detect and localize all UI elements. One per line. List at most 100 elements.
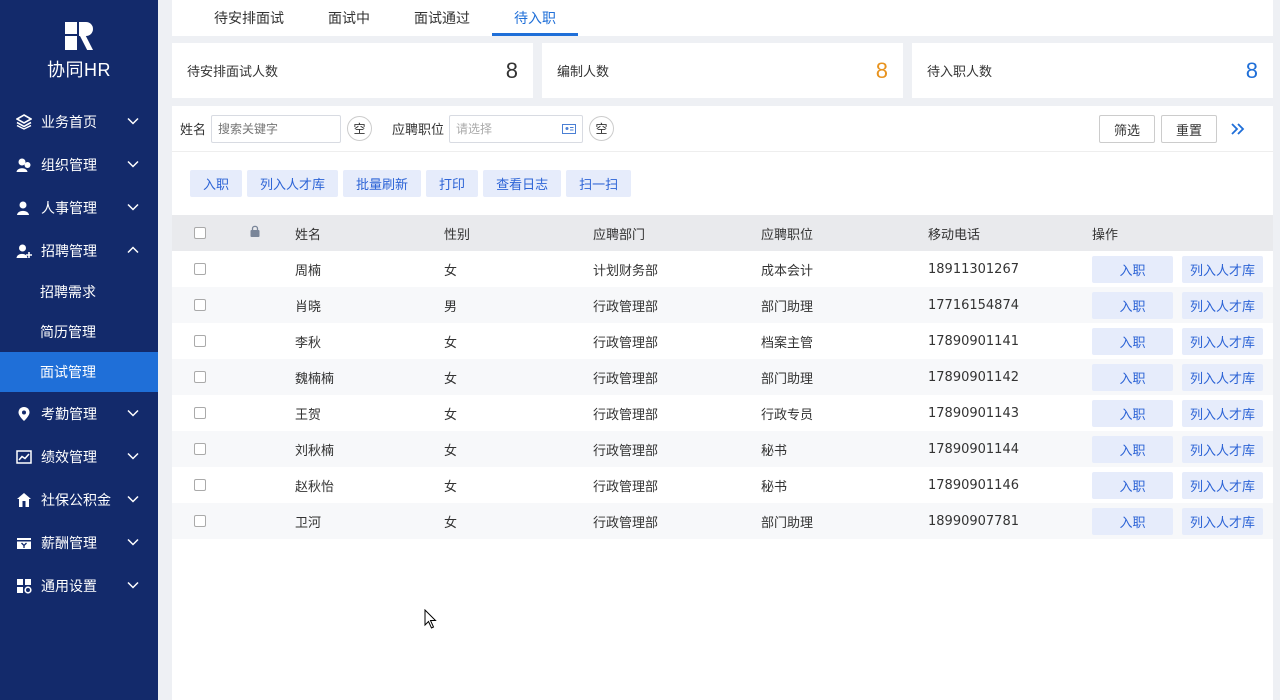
row-onboard-button[interactable]: 入职 (1092, 363, 1173, 391)
row-talent-pool-button[interactable]: 列入人才库 (1182, 399, 1263, 427)
stat-card: 待安排面试人数 8 (172, 43, 533, 98)
cell-name: 赵秋怡 (295, 467, 444, 503)
row-checkbox[interactable] (194, 299, 206, 311)
cell-department: 行政管理部 (593, 287, 761, 323)
cell-department: 计划财务部 (593, 251, 761, 287)
logo: 协同HR (0, 22, 158, 82)
cell-gender: 女 (444, 503, 593, 539)
tab-pending-onboard[interactable]: 待入职 (492, 0, 578, 36)
sidebar-item-label: 绩效管理 (41, 449, 97, 466)
reset-button[interactable]: 重置 (1160, 115, 1217, 143)
batch-refresh-button[interactable]: 批量刷新 (343, 170, 422, 197)
scan-button[interactable]: 扫一扫 (566, 170, 632, 197)
view-log-button[interactable]: 查看日志 (483, 170, 562, 197)
sidebar-item-label: 人事管理 (41, 200, 97, 217)
cell-name: 李秋 (295, 323, 444, 359)
cell-phone: 17890901141 (928, 323, 1092, 359)
filter-bar: 姓名 空 应聘职位 请选择 空 筛选 重置 (172, 106, 1273, 152)
sidebar-subitem-recruit-demand[interactable]: 招聘需求 (0, 272, 158, 312)
row-checkbox[interactable] (194, 443, 206, 455)
row-checkbox[interactable] (194, 407, 206, 419)
clear-position-button[interactable]: 空 (589, 116, 615, 141)
table-row[interactable]: 刘秋楠女行政管理部 秘书 17890901144 入职 列入人才库 (172, 431, 1273, 467)
sidebar-item-label: 考勤管理 (41, 406, 97, 423)
row-checkbox[interactable] (194, 335, 206, 347)
tab-interview-passed[interactable]: 面试通过 (392, 0, 492, 36)
table-row[interactable]: 王贺女行政管理部 行政专员 17890901143 入职 列入人才库 (172, 395, 1273, 431)
layers-icon (15, 113, 33, 131)
filter-button[interactable]: 筛选 (1098, 115, 1155, 143)
name-search-input[interactable] (211, 114, 342, 143)
logo-text: 协同HR (47, 60, 111, 80)
sidebar-item-org[interactable]: 组织管理 (0, 143, 158, 186)
add-person-icon (15, 242, 33, 260)
row-talent-pool-button[interactable]: 列入人才库 (1182, 327, 1263, 355)
print-button[interactable]: 打印 (426, 170, 479, 197)
row-talent-pool-button[interactable]: 列入人才库 (1182, 291, 1263, 319)
cell-name: 刘秋楠 (295, 431, 444, 467)
sidebar-subitem-resume[interactable]: 简历管理 (0, 312, 158, 352)
name-filter-label: 姓名 (180, 123, 207, 138)
sidebar-item-label: 通用设置 (41, 578, 97, 595)
cell-phone: 17890901142 (928, 359, 1092, 395)
table-row[interactable]: 周楠女计划财务部 成本会计 18911301267 入职 列入人才库 (172, 251, 1273, 287)
row-select-cell (172, 503, 228, 539)
table-row[interactable]: 赵秋怡女行政管理部 秘书 17890901146 入职 列入人才库 (172, 467, 1273, 503)
onboard-button[interactable]: 入职 (190, 170, 243, 197)
row-checkbox[interactable] (194, 263, 206, 275)
sidebar-subitem-interview[interactable]: 面试管理 (0, 352, 158, 392)
cell-department: 行政管理部 (593, 323, 761, 359)
house-icon (15, 491, 33, 509)
cell-phone: 18911301267 (928, 251, 1092, 287)
sidebar-item-personnel[interactable]: 人事管理 (0, 186, 158, 229)
row-onboard-button[interactable]: 入职 (1092, 435, 1173, 463)
stat-label: 待安排面试人数 (187, 65, 279, 80)
row-talent-pool-button[interactable]: 列入人才库 (1182, 363, 1263, 391)
sidebar-item-settings[interactable]: 通用设置 (0, 564, 158, 607)
stat-card: 待入职人数 8 (912, 43, 1273, 98)
row-talent-pool-button[interactable]: 列入人才库 (1182, 471, 1263, 499)
candidate-table: 姓名 性别 应聘部门 应聘职位 移动电话 操作 周楠女计划财务部 成本会计 1891… (172, 215, 1273, 539)
row-talent-pool-button[interactable]: 列入人才库 (1182, 255, 1263, 283)
chevron-down-icon (127, 452, 139, 460)
cell-department: 行政管理部 (593, 467, 761, 503)
chart-icon (15, 448, 33, 466)
row-checkbox[interactable] (194, 371, 206, 383)
cell-position: 秘书 (761, 467, 928, 503)
cell-department: 行政管理部 (593, 503, 761, 539)
row-lock-cell (228, 467, 295, 503)
sidebar-menu: 业务首页 组织管理 人事管理 招聘管理 招聘需求 简历管理 面试管理 考勤管理 … (0, 100, 158, 607)
row-onboard-button[interactable]: 入职 (1092, 471, 1173, 499)
table-row[interactable]: 魏楠楠女行政管理部 部门助理 17890901142 入职 列入人才库 (172, 359, 1273, 395)
row-onboard-button[interactable]: 入职 (1092, 399, 1173, 427)
clear-name-button[interactable]: 空 (347, 116, 373, 141)
row-talent-pool-button[interactable]: 列入人才库 (1182, 435, 1263, 463)
tab-pending-schedule[interactable]: 待安排面试 (192, 0, 306, 36)
table-header-row: 姓名 性别 应聘部门 应聘职位 移动电话 操作 (172, 215, 1273, 251)
table-row[interactable]: 卫河女行政管理部 部门助理 18990907781 入职 列入人才库 (172, 503, 1273, 539)
add-to-talent-pool-button[interactable]: 列入人才库 (247, 170, 339, 197)
table-row[interactable]: 肖晓男行政管理部 部门助理 17716154874 入职 列入人才库 (172, 287, 1273, 323)
row-onboard-button[interactable]: 入职 (1092, 255, 1173, 283)
row-checkbox[interactable] (194, 515, 206, 527)
sidebar-item-recruitment[interactable]: 招聘管理 (0, 229, 158, 272)
sidebar-item-salary[interactable]: 薪酬管理 (0, 521, 158, 564)
double-chevron-right-icon[interactable] (1223, 115, 1253, 143)
row-talent-pool-button[interactable]: 列入人才库 (1182, 507, 1263, 535)
sidebar-item-attendance[interactable]: 考勤管理 (0, 392, 158, 435)
sidebar-item-performance[interactable]: 绩效管理 (0, 435, 158, 478)
row-checkbox[interactable] (194, 479, 206, 491)
row-lock-cell (228, 395, 295, 431)
cell-operations: 入职 列入人才库 (1092, 395, 1273, 431)
tab-interviewing[interactable]: 面试中 (306, 0, 392, 36)
cell-gender: 女 (444, 251, 593, 287)
row-onboard-button[interactable]: 入职 (1092, 291, 1173, 319)
position-select[interactable]: 请选择 (449, 114, 584, 143)
cell-gender: 男 (444, 287, 593, 323)
sidebar-item-social-security[interactable]: 社保公积金 (0, 478, 158, 521)
select-all-checkbox[interactable] (194, 227, 206, 239)
row-onboard-button[interactable]: 入职 (1092, 507, 1173, 535)
table-row[interactable]: 李秋女行政管理部 档案主管 17890901141 入职 列入人才库 (172, 323, 1273, 359)
sidebar-item-home[interactable]: 业务首页 (0, 100, 158, 143)
row-onboard-button[interactable]: 入职 (1092, 327, 1173, 355)
